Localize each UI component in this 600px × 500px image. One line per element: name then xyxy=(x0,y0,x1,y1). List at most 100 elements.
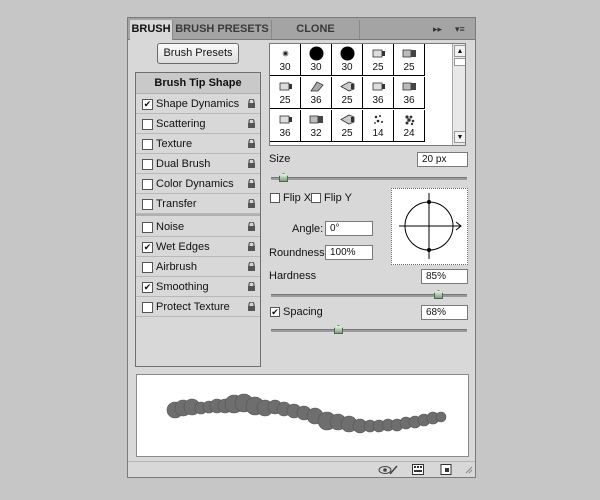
brush-tip-cell[interactable]: 30 xyxy=(270,44,301,76)
brush-tip-size: 30 xyxy=(341,62,353,73)
brush-tip-cell[interactable]: 36 xyxy=(394,77,425,109)
option-label: Noise xyxy=(156,221,185,233)
brush-tip-size: 36 xyxy=(403,95,415,106)
option-checkbox[interactable] xyxy=(142,262,153,273)
brush-tip-cell[interactable]: 25 xyxy=(394,44,425,76)
option-checkbox[interactable] xyxy=(142,139,153,150)
size-label: Size xyxy=(269,153,291,165)
flip-y-checkbox[interactable] xyxy=(311,193,321,203)
option-checkbox[interactable] xyxy=(142,119,153,130)
option-color-dynamics[interactable]: Color Dynamics xyxy=(136,174,260,194)
stroke-preview-image xyxy=(166,393,447,434)
brush-options-list: Brush Tip Shape ✔ Shape Dynamics Scatterin… xyxy=(135,72,261,367)
option-checkbox[interactable] xyxy=(142,179,153,190)
spacing-slider[interactable] xyxy=(271,329,467,332)
option-label: Protect Texture xyxy=(156,301,230,313)
option-label: Transfer xyxy=(156,198,197,210)
new-preset-icon[interactable] xyxy=(440,464,452,475)
eye-brush-icon[interactable] xyxy=(378,464,398,475)
brush-tip-cell[interactable]: 25 xyxy=(332,110,363,142)
option-checkbox[interactable]: ✔ xyxy=(142,242,153,253)
option-checkbox[interactable] xyxy=(142,302,153,313)
size-slider[interactable] xyxy=(271,177,467,180)
brush-tip-size: 36 xyxy=(372,95,384,106)
option-airbrush[interactable]: Airbrush xyxy=(136,257,260,277)
flip-x-checkbox[interactable] xyxy=(270,193,280,203)
scroll-down-icon[interactable]: ▼ xyxy=(454,131,465,143)
lock-icon[interactable] xyxy=(247,282,256,291)
brush-tip-size: 24 xyxy=(403,128,415,139)
hardness-slider-thumb[interactable] xyxy=(434,290,443,299)
brush-tip-cell[interactable]: 25 xyxy=(363,44,394,76)
brush-tip-cell[interactable]: 24 xyxy=(394,110,425,142)
angle-roundness-widget[interactable] xyxy=(391,188,468,265)
grid-icon[interactable] xyxy=(412,464,424,475)
brush-tip-cell[interactable]: 14 xyxy=(363,110,394,142)
option-scattering[interactable]: Scattering xyxy=(136,114,260,134)
lock-icon[interactable] xyxy=(247,119,256,128)
option-protect-texture[interactable]: Protect Texture xyxy=(136,297,260,317)
brush-presets-button[interactable]: Brush Presets xyxy=(157,43,239,64)
brush-tip-size: 25 xyxy=(341,128,353,139)
option-label: Wet Edges xyxy=(156,241,210,253)
tab-clone-source[interactable]: CLONE SOURCE xyxy=(272,20,360,54)
panel-bottom-bar xyxy=(128,461,475,478)
option-dual-brush[interactable]: Dual Brush xyxy=(136,154,260,174)
resize-grip-icon[interactable] xyxy=(463,464,473,475)
brush-tip-cell[interactable]: 36 xyxy=(363,77,394,109)
option-noise[interactable]: Noise xyxy=(136,217,260,237)
lock-icon[interactable] xyxy=(247,159,256,168)
collapse-icon[interactable]: ▸▸ xyxy=(433,22,442,36)
option-transfer[interactable]: Transfer xyxy=(136,194,260,214)
brush-tip-size: 32 xyxy=(310,128,322,139)
brush-tip-cell[interactable]: 36 xyxy=(270,110,301,142)
size-slider-thumb[interactable] xyxy=(279,173,288,182)
lock-icon[interactable] xyxy=(247,222,256,231)
brush-tip-cell[interactable]: 30 xyxy=(332,44,363,76)
brush-tip-size: 25 xyxy=(279,95,291,106)
spacing-field[interactable]: 68% xyxy=(421,305,468,320)
option-separator xyxy=(136,214,260,216)
panel-menu-icon[interactable]: ▾≡ xyxy=(455,22,465,36)
lock-icon[interactable] xyxy=(247,262,256,271)
size-field[interactable]: 20 px xyxy=(417,152,468,167)
brush-tip-bristle-fan-icon xyxy=(309,79,324,94)
brush-tip-cell[interactable]: 32 xyxy=(301,110,332,142)
spacing-slider-thumb[interactable] xyxy=(334,325,343,334)
lock-icon[interactable] xyxy=(247,199,256,208)
hardness-field[interactable]: 85% xyxy=(421,269,468,284)
option-checkbox[interactable] xyxy=(142,222,153,233)
spacing-checkbox[interactable]: ✔ xyxy=(270,307,280,317)
option-checkbox[interactable]: ✔ xyxy=(142,99,153,110)
option-checkbox[interactable] xyxy=(142,199,153,210)
lock-icon[interactable] xyxy=(247,302,256,311)
scroll-thumb[interactable] xyxy=(454,58,465,66)
option-texture[interactable]: Texture xyxy=(136,134,260,154)
option-shape-dynamics[interactable]: ✔ Shape Dynamics xyxy=(136,94,260,114)
option-label: Texture xyxy=(156,138,193,150)
brush-tip-shape-item[interactable]: Brush Tip Shape xyxy=(136,73,260,94)
brush-tip-size: 25 xyxy=(372,62,384,73)
brush-tip-scatter-dense-icon xyxy=(402,112,417,127)
lock-icon[interactable] xyxy=(247,99,256,108)
angle-field[interactable]: 0° xyxy=(325,221,373,236)
option-checkbox[interactable] xyxy=(142,159,153,170)
tab-brush-presets[interactable]: BRUSH PRESETS xyxy=(173,20,272,39)
option-label: Airbrush xyxy=(156,261,197,273)
tab-brush[interactable]: BRUSH xyxy=(130,20,173,40)
brush-tip-cell[interactable]: 36 xyxy=(301,77,332,109)
brush-tip-cell[interactable]: 30 xyxy=(301,44,332,76)
brush-stroke-preview xyxy=(136,374,469,457)
brush-tip-cell[interactable]: 25 xyxy=(270,77,301,109)
option-smoothing[interactable]: ✔ Smoothing xyxy=(136,277,260,297)
lock-icon[interactable] xyxy=(247,139,256,148)
brush-grid-scrollbar[interactable]: ▲ ▼ xyxy=(452,44,465,145)
roundness-field[interactable]: 100% xyxy=(325,245,373,260)
lock-icon[interactable] xyxy=(247,242,256,251)
option-checkbox[interactable]: ✔ xyxy=(142,282,153,293)
brush-tip-cell[interactable]: 25 xyxy=(332,77,363,109)
scroll-up-icon[interactable]: ▲ xyxy=(454,45,465,57)
angle-crosshair-icon[interactable] xyxy=(392,189,467,264)
lock-icon[interactable] xyxy=(247,179,256,188)
option-wet-edges[interactable]: ✔ Wet Edges xyxy=(136,237,260,257)
